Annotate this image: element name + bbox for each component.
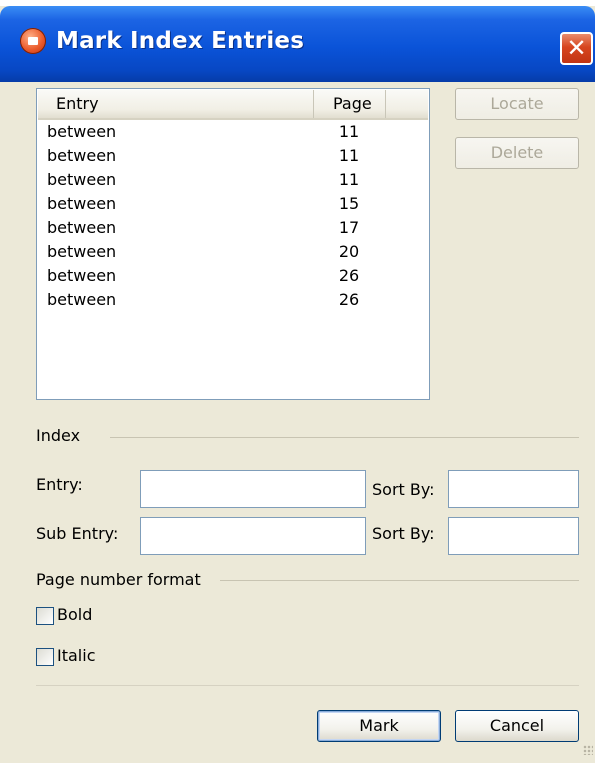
entry-input[interactable] (140, 470, 366, 508)
window-title: Mark Index Entries (56, 28, 305, 54)
delete-button[interactable]: Delete (455, 137, 579, 169)
list-item-page: 11 (338, 146, 360, 165)
bold-checkbox-label: Bold (57, 605, 93, 624)
list-item-entry: between (47, 266, 117, 285)
footer-divider (36, 685, 579, 686)
list-item[interactable]: between 11 (38, 122, 428, 146)
list-item-page: 11 (338, 122, 360, 141)
column-header-page[interactable]: Page (318, 90, 386, 118)
sub-sort-by-input[interactable] (448, 517, 579, 555)
list-item-page: 17 (338, 218, 360, 237)
list-item-entry: between (47, 290, 117, 309)
mark-button[interactable]: Mark (317, 710, 441, 742)
index-section-label: Index (36, 426, 81, 445)
list-item-page: 20 (338, 242, 360, 261)
cancel-button[interactable]: Cancel (455, 710, 579, 742)
dialog-content: Entry Page between 11 between 11 between… (0, 82, 595, 763)
list-item[interactable]: between 17 (38, 218, 428, 242)
list-item-entry: between (47, 242, 117, 261)
sort-by-input[interactable] (448, 470, 579, 508)
bold-checkbox[interactable] (36, 607, 54, 625)
page-number-format-divider (220, 580, 579, 581)
index-section-divider (110, 437, 579, 438)
page-number-format-label: Page number format (36, 570, 201, 589)
list-item[interactable]: between 20 (38, 242, 428, 266)
list-item-page: 15 (338, 194, 360, 213)
column-header-entry[interactable]: Entry (38, 90, 314, 118)
list-item[interactable]: between 15 (38, 194, 428, 218)
list-item-page: 26 (338, 290, 360, 309)
list-item-entry: between (47, 194, 117, 213)
list-header: Entry Page (38, 90, 428, 120)
entries-list[interactable]: Entry Page between 11 between 11 between… (36, 88, 430, 400)
sub-sort-by-label: Sort By: (372, 524, 435, 543)
list-item[interactable]: between 26 (38, 290, 428, 314)
close-icon: ✕ (566, 34, 587, 62)
locate-button[interactable]: Locate (455, 88, 579, 120)
list-item[interactable]: between 11 (38, 170, 428, 194)
list-item[interactable]: between 11 (38, 146, 428, 170)
title-bar[interactable]: Mark Index Entries ✕ (0, 6, 595, 82)
close-button[interactable]: ✕ (560, 32, 593, 65)
list-item-entry: between (47, 146, 117, 165)
sub-entry-label: Sub Entry: (36, 524, 119, 543)
sub-entry-input[interactable] (140, 517, 366, 555)
list-item-page: 11 (338, 170, 360, 189)
italic-checkbox[interactable] (36, 648, 54, 666)
list-item-entry: between (47, 170, 117, 189)
entry-label: Entry: (36, 475, 83, 494)
list-item-entry: between (47, 122, 117, 141)
app-icon (20, 28, 46, 54)
italic-checkbox-label: Italic (57, 646, 96, 665)
sort-by-label: Sort By: (372, 480, 435, 499)
list-item[interactable]: between 26 (38, 266, 428, 290)
resize-grip-icon[interactable] (583, 745, 593, 755)
list-item-entry: between (47, 218, 117, 237)
list-item-page: 26 (338, 266, 360, 285)
